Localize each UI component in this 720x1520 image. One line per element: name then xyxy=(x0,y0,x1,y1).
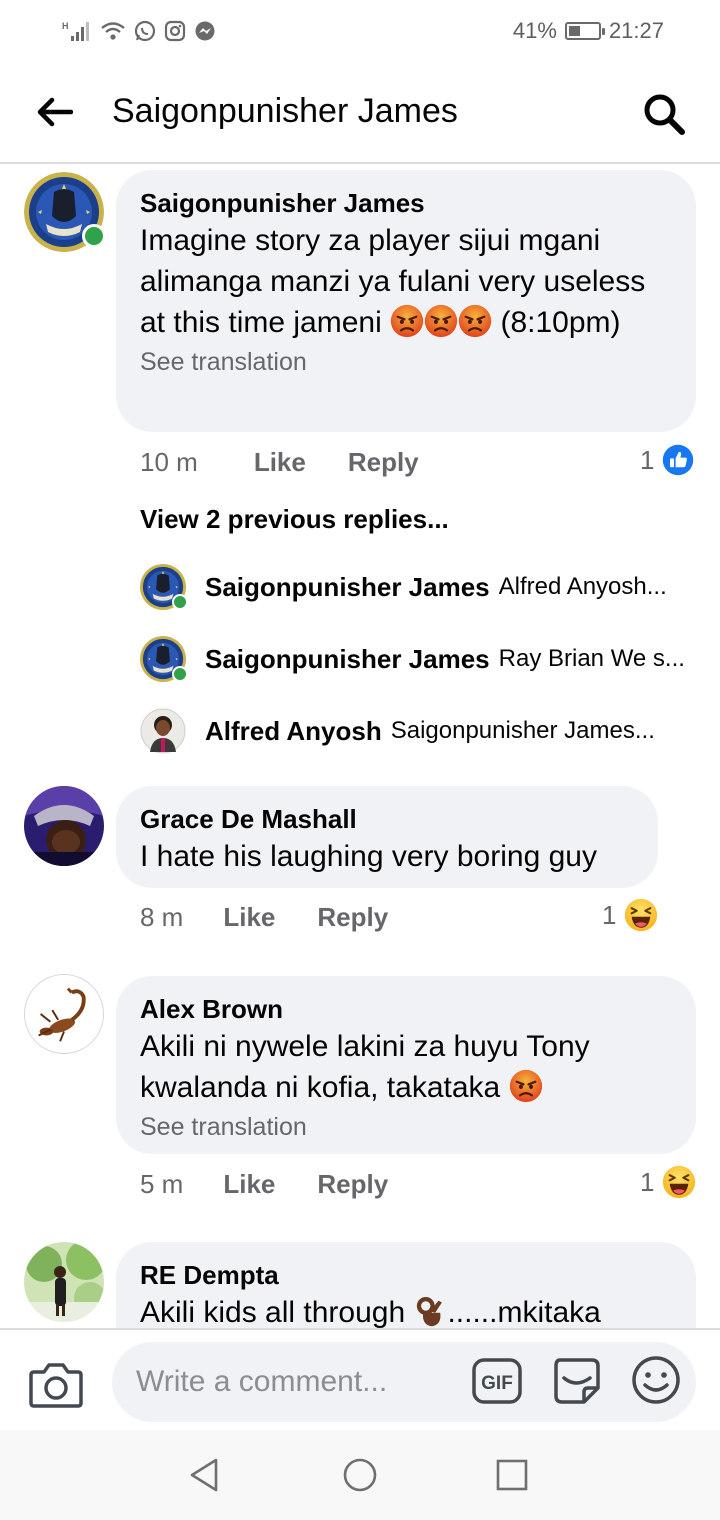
comment-actions: 8 m Like Reply xyxy=(140,897,388,937)
reply-avatar xyxy=(140,636,188,682)
avatar[interactable] xyxy=(24,1242,104,1322)
reply-preview: Saigonpunisher James... xyxy=(390,717,655,744)
page-title: Saigonpunisher James xyxy=(112,92,458,130)
reply-item[interactable]: Saigonpunisher James Ray Brian We s... xyxy=(140,634,700,684)
comment-text-suffix: (8:10pm) xyxy=(500,306,621,339)
back-button[interactable] xyxy=(30,90,80,134)
nav-recents-icon[interactable] xyxy=(491,1454,533,1496)
reply-button[interactable]: Reply xyxy=(348,447,419,478)
comment-bubble[interactable]: Alex Brown Akili ni nywele lakini za huy… xyxy=(116,976,696,1154)
avatar-image xyxy=(24,1242,104,1322)
search-button[interactable] xyxy=(634,86,694,142)
reaction-count: 1 xyxy=(602,899,617,930)
comment-actions: 10 m Like Reply xyxy=(140,442,419,482)
nav-back-icon[interactable] xyxy=(184,1454,226,1496)
camera-icon[interactable] xyxy=(28,1358,84,1410)
reply-button[interactable]: Reply xyxy=(317,1169,388,1200)
like-button[interactable]: Like xyxy=(223,902,275,933)
reaction-summary[interactable]: 1 xyxy=(640,1164,696,1200)
reaction-count: 1 xyxy=(640,1166,655,1197)
avatar-image xyxy=(24,786,104,866)
avatar[interactable] xyxy=(24,786,104,866)
haha-reaction-icon xyxy=(624,898,658,932)
sticker-icon[interactable] xyxy=(550,1354,602,1406)
header: Saigonpunisher James xyxy=(0,62,720,164)
comment-text: I hate his laughing very boring guy xyxy=(140,840,597,873)
reaction-summary[interactable]: 1 xyxy=(640,442,694,478)
back-arrow-icon xyxy=(37,97,73,127)
ok-hand-emoji-icon xyxy=(417,1296,443,1327)
gif-icon[interactable]: GIF xyxy=(472,1358,522,1404)
comment-text-before: Akili kids all through xyxy=(140,1296,406,1328)
reply-item[interactable]: Saigonpunisher James Alfred Anyosh... xyxy=(140,562,700,612)
haha-reaction-icon xyxy=(662,1165,696,1199)
comment-bubble[interactable]: Saigonpunisher James Imagine story za pl… xyxy=(116,170,696,432)
reply-button[interactable]: Reply xyxy=(317,902,388,933)
whatsapp-icon xyxy=(134,20,156,42)
like-reaction-icon xyxy=(662,444,694,476)
reply-author: Saigonpunisher James xyxy=(205,643,490,674)
angry-emoji-icon xyxy=(424,304,458,338)
search-icon xyxy=(644,94,685,135)
comment-time: 10 m xyxy=(140,446,198,477)
comment-list: Saigonpunisher James Imagine story za pl… xyxy=(0,164,720,1328)
comment-time: 5 m xyxy=(140,1168,184,1199)
nav-home-icon[interactable] xyxy=(339,1454,381,1496)
battery-percent: 41% xyxy=(512,18,557,43)
reaction-count: 1 xyxy=(640,444,655,475)
avatar-image xyxy=(25,975,103,1053)
comment-author[interactable]: Saigonpunisher James xyxy=(140,186,672,220)
comment-time: 8 m xyxy=(140,901,184,932)
comment-input[interactable] xyxy=(112,1342,696,1422)
smiley-icon[interactable] xyxy=(630,1354,682,1406)
online-indicator xyxy=(172,666,188,682)
angry-emoji-icon xyxy=(458,304,492,338)
system-nav-bar xyxy=(0,1430,720,1520)
comment-author[interactable]: RE Dempta xyxy=(140,1258,672,1292)
angry-emoji-icon xyxy=(390,304,424,338)
reply-preview: Ray Brian We s... xyxy=(498,645,685,672)
comment-actions: 5 m Like Reply xyxy=(140,1164,388,1204)
comment-text: Akili kids all through ......mkitaka xyxy=(140,1292,672,1328)
avatar-image xyxy=(140,708,186,754)
see-translation-link[interactable]: See translation xyxy=(140,1110,672,1144)
instagram-icon xyxy=(164,20,186,42)
clock: 21:27 xyxy=(608,18,664,43)
comment-bubble[interactable]: Grace De Mashall I hate his laughing ver… xyxy=(116,786,658,888)
online-indicator xyxy=(82,224,106,248)
svg-text:H: H xyxy=(62,21,69,31)
like-button[interactable]: Like xyxy=(254,447,306,478)
reply-author: Alfred Anyosh xyxy=(205,715,382,746)
gif-label: GIF xyxy=(481,1373,513,1394)
see-translation-link[interactable]: See translation xyxy=(140,345,672,379)
comment-author[interactable]: Alex Brown xyxy=(140,992,672,1026)
comment-author[interactable]: Grace De Mashall xyxy=(140,802,634,836)
status-bar: H 41% 21:27 xyxy=(0,0,720,62)
wifi-icon xyxy=(101,22,125,40)
comment-text-after: ......mkitaka xyxy=(447,1296,601,1328)
reaction-summary[interactable]: 1 xyxy=(602,897,658,933)
reply-avatar xyxy=(140,564,188,610)
like-button[interactable]: Like xyxy=(223,1169,275,1200)
comment-bubble[interactable]: RE Dempta Akili kids all through ......m… xyxy=(116,1242,696,1328)
view-previous-replies[interactable]: View 2 previous replies... xyxy=(140,504,449,535)
reply-item[interactable]: Alfred Anyosh Saigonpunisher James... xyxy=(140,706,700,756)
comment-text: Imagine story za player sijui mgani alim… xyxy=(140,220,672,343)
reply-avatar xyxy=(140,708,186,754)
avatar[interactable] xyxy=(24,974,104,1054)
signal-icon: H xyxy=(62,21,89,41)
status-icons-right: 41% 21:27 xyxy=(513,16,664,46)
battery-icon xyxy=(564,22,605,40)
comment-text: Akili ni nywele lakini za huyu Tony kwal… xyxy=(140,1026,672,1108)
online-indicator xyxy=(172,594,188,610)
reply-author: Saigonpunisher James xyxy=(205,571,490,602)
battery-fill xyxy=(568,26,580,36)
comment-composer: GIF xyxy=(0,1328,720,1432)
angry-emoji-icon xyxy=(509,1069,543,1103)
reply-preview: Alfred Anyosh... xyxy=(498,573,667,600)
messenger-icon xyxy=(195,21,215,41)
status-icons-left: H xyxy=(62,16,216,46)
